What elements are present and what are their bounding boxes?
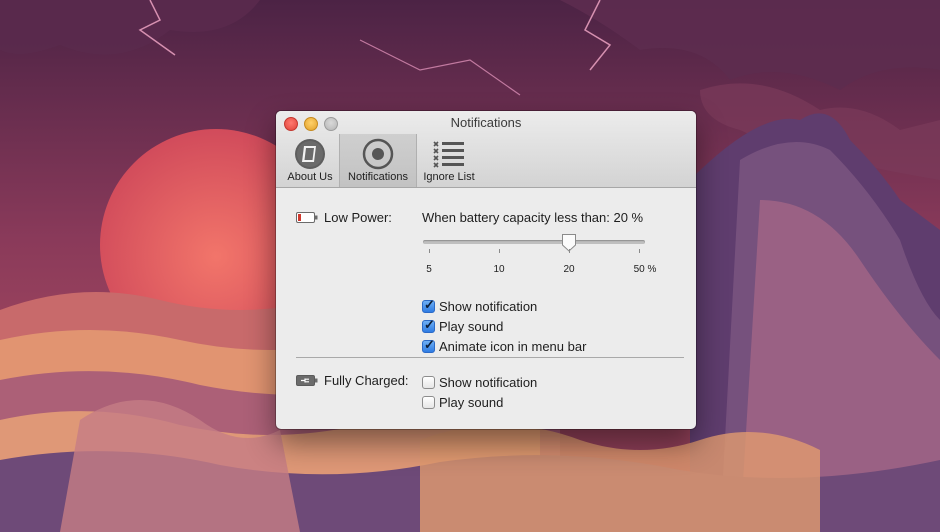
slider-tick-label: 20 [563,264,575,275]
low-power-show-notification-row[interactable]: ✓ Show notification [422,298,537,314]
notifications-pane: Low Power: When battery capacity less th… [276,188,696,429]
low-power-play-sound-row[interactable]: ✓ Play sound [422,318,503,334]
low-power-play-sound-checkbox[interactable]: ✓ [422,318,435,333]
battery-threshold-slider[interactable] [423,240,645,244]
low-power-animate-icon-row[interactable]: ✓ Animate icon in menu bar [422,338,586,354]
slider-tick [569,249,570,253]
window-title: Notifications [450,115,522,130]
toolbar-item-notifications[interactable]: Notifications [339,134,417,187]
slider-tick [639,249,640,253]
toolbar-item-ignore-list[interactable]: Ignore List [415,134,483,187]
battery-capacity-text: When battery capacity less than: 20 % [422,210,644,225]
fully-charged-play-sound-checkbox[interactable] [422,395,435,409]
record-circle-icon [362,138,394,170]
fully-charged-label: Fully Charged: [324,373,409,388]
checkbox-label: Show notification [439,374,538,390]
low-power-animate-icon-checkbox[interactable]: ✓ [422,338,435,353]
slider-tick-label: 10 [493,264,505,275]
low-power-label: Low Power: [324,210,392,225]
toolbar-label-ignore-list: Ignore List [423,171,475,183]
fully-charged-show-notification-row[interactable]: Show notification [422,374,537,390]
titlebar: Notifications About Us Notifications Ign… [276,111,696,188]
low-power-show-notification-checkbox[interactable]: ✓ [422,298,435,313]
toolbar-label-notifications: Notifications [348,171,408,183]
toolbar-label-about-us: About Us [287,171,333,183]
slider-tick-label: 5 [426,264,432,275]
slider-tick-label: 50 % [633,264,657,275]
checkbox-label: Play sound [439,318,504,334]
checkbox-label: Animate icon in menu bar [439,338,587,354]
checkbox-label: Play sound [439,394,504,410]
preferences-window: Notifications About Us Notifications Ign… [276,111,696,429]
info-shield-icon [295,139,325,169]
x-list-icon [433,141,464,168]
battery-low-icon [296,212,318,223]
slider-tick [499,249,500,253]
toolbar-item-about-us[interactable]: About Us [281,134,339,187]
section-divider [296,357,684,358]
fully-charged-play-sound-row[interactable]: Play sound [422,394,503,410]
slider-tick [429,249,430,253]
battery-charging-icon [296,375,318,386]
fully-charged-show-notification-checkbox[interactable] [422,375,435,389]
checkbox-label: Show notification [439,298,538,314]
